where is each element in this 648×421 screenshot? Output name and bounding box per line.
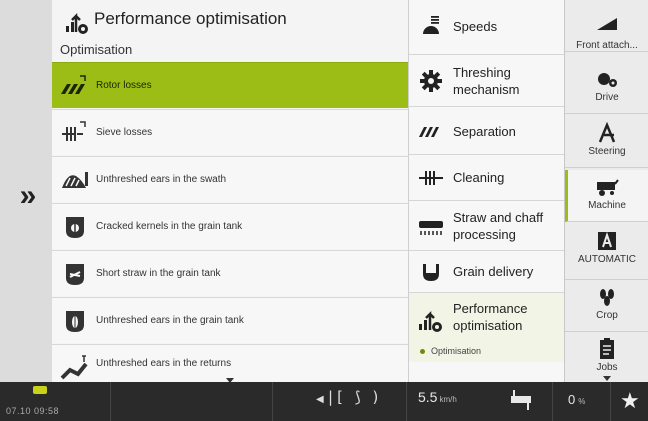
sidebar-item-automatic[interactable]: AUTOMATIC — [565, 224, 648, 280]
divider — [552, 382, 553, 421]
list-item-label: Rotor losses — [96, 80, 152, 91]
header-control-indicator: |[ ⟆ ) — [326, 388, 381, 406]
double-chevron-right-icon[interactable]: » — [14, 178, 42, 214]
sidebar-item-label: Drive — [595, 92, 619, 103]
crop-icon — [600, 289, 614, 306]
combine-machine-icon — [597, 179, 619, 196]
speeds-icon — [423, 16, 439, 34]
main-panel: Performance optimisation Optimisation Ro… — [52, 0, 408, 382]
sidebar-item-label: AUTOMATIC — [578, 254, 636, 265]
divider — [610, 382, 611, 421]
section-label: Optimisation — [60, 42, 133, 57]
list-item-label: Short straw in the grain tank — [96, 268, 221, 279]
straw-chaff-icon — [419, 221, 443, 235]
menu-item-cleaning[interactable]: Cleaning — [409, 154, 565, 200]
menu-item-threshing[interactable]: Threshing mechanism — [409, 54, 565, 106]
menu-item-label: Grain delivery — [453, 264, 534, 279]
menu-item-straw-chaff[interactable]: Straw and chaff processing — [409, 200, 565, 250]
ears-swath-icon — [62, 172, 88, 188]
sidebar-item-label: Machine — [588, 200, 626, 211]
divider — [406, 382, 407, 421]
menu-item-grain-delivery[interactable]: Grain delivery — [409, 250, 565, 292]
sieve-losses-icon — [62, 121, 86, 141]
list-item-rotor-losses[interactable]: Rotor losses — [52, 62, 408, 108]
steering-icon — [598, 122, 616, 143]
list-item-label: Unthreshed ears in the returns — [96, 358, 232, 369]
sidebar-item-crop[interactable]: Crop — [565, 280, 648, 332]
date-time: 07.10 09:58 — [6, 406, 60, 416]
menu-item-separation[interactable]: Separation — [409, 106, 565, 154]
divider — [110, 382, 111, 421]
panel-header: Performance optimisation — [52, 0, 408, 42]
automatic-a-icon — [598, 231, 616, 250]
list-item-short-straw[interactable]: Short straw in the grain tank — [52, 250, 408, 296]
header-height-icon — [511, 390, 531, 410]
percent-readout: 0% — [568, 392, 585, 407]
list-item-cracked-kernels[interactable]: Cracked kernels in the grain tank — [52, 203, 408, 249]
menu-item-speeds[interactable]: Speeds — [409, 0, 565, 54]
page-title: Performance optimisation — [94, 9, 287, 28]
ground-speed: 5.5 km/h — [418, 389, 457, 405]
grain-tank-cracked-icon — [66, 217, 84, 238]
cleaning-icon — [419, 171, 443, 185]
sidebar-item-label: Jobs — [596, 362, 618, 373]
list-item-label: Cracked kernels in the grain tank — [96, 221, 243, 232]
grain-tank-ears-icon — [66, 311, 84, 332]
list-item-returns[interactable]: Unthreshed ears in the returns — [52, 344, 408, 382]
menu-item-label: Speeds — [453, 19, 498, 34]
menu-item-label: Performance optimisation — [453, 301, 528, 333]
screen: » Performance optimisation Optimisation … — [0, 0, 648, 421]
grain-tank-straw-icon — [66, 264, 84, 285]
menu-item-label: Threshing mechanism — [453, 65, 520, 97]
arrow-left-icon[interactable]: ◀ — [316, 394, 324, 405]
separation-icon — [419, 127, 439, 137]
list-item-label: Unthreshed ears in the swath — [96, 174, 227, 185]
sidebar-item-steering[interactable]: Steering — [565, 116, 648, 168]
threshing-gear-icon — [420, 70, 442, 92]
favourites-star-icon[interactable]: ★ — [620, 388, 640, 414]
left-collapse-strip: » — [0, 0, 52, 382]
sidebar-item-jobs[interactable]: Jobs — [565, 332, 648, 382]
sidebar-item-label: Front attach... — [576, 40, 638, 51]
sidebar-item-front-attachment[interactable]: Front attach... — [565, 0, 648, 52]
speed-unit: km/h — [439, 395, 457, 404]
returns-icon — [60, 355, 88, 380]
function-menu: Speeds Threshing mechanism Separation Cl… — [408, 0, 565, 382]
sidebar-item-machine[interactable]: Machine — [565, 170, 648, 222]
divider — [272, 382, 273, 421]
status-bar: 07.10 09:58 ◀ |[ ⟆ ) 5.5 km/h 0% ★ — [0, 382, 648, 421]
menu-item-performance-optimisation[interactable]: Performance optimisation Optimisation — [409, 292, 565, 362]
menu-item-label: Cleaning — [453, 170, 505, 185]
list-item-ears-grain-tank[interactable]: Unthreshed ears in the grain tank — [52, 297, 408, 343]
submenu-label[interactable]: Optimisation — [431, 346, 481, 356]
sidebar-item-label: Crop — [596, 310, 618, 321]
fuel-level-icon — [33, 386, 47, 394]
list-item-ears-swath[interactable]: Unthreshed ears in the swath — [52, 156, 408, 202]
percent-unit: % — [578, 397, 586, 406]
rotor-losses-icon — [61, 75, 86, 94]
current-submenu-dot-icon — [420, 349, 425, 354]
performance-optimisation-icon — [419, 310, 442, 332]
performance-optimisation-icon — [66, 12, 88, 34]
front-attachment-icon — [597, 18, 617, 30]
sidebar-item-label: Steering — [588, 146, 626, 157]
grain-delivery-icon — [423, 264, 439, 281]
list-item-label: Sieve losses — [96, 127, 153, 138]
menu-item-label: Separation — [453, 124, 516, 139]
main-category-sidebar: Front attach... Drive Steering Machine A… — [564, 0, 648, 382]
jobs-clipboard-icon — [600, 338, 614, 359]
menu-item-label: Straw and chaff processing — [453, 210, 544, 242]
speed-value: 5.5 — [418, 389, 438, 405]
list-item-label: Unthreshed ears in the grain tank — [96, 315, 244, 326]
scroll-down-caret-icon[interactable] — [603, 376, 611, 381]
percent-value: 0 — [568, 392, 576, 407]
sidebar-item-drive[interactable]: Drive — [565, 62, 648, 114]
drive-icon — [598, 73, 617, 87]
list-item-sieve-losses[interactable]: Sieve losses — [52, 109, 408, 155]
